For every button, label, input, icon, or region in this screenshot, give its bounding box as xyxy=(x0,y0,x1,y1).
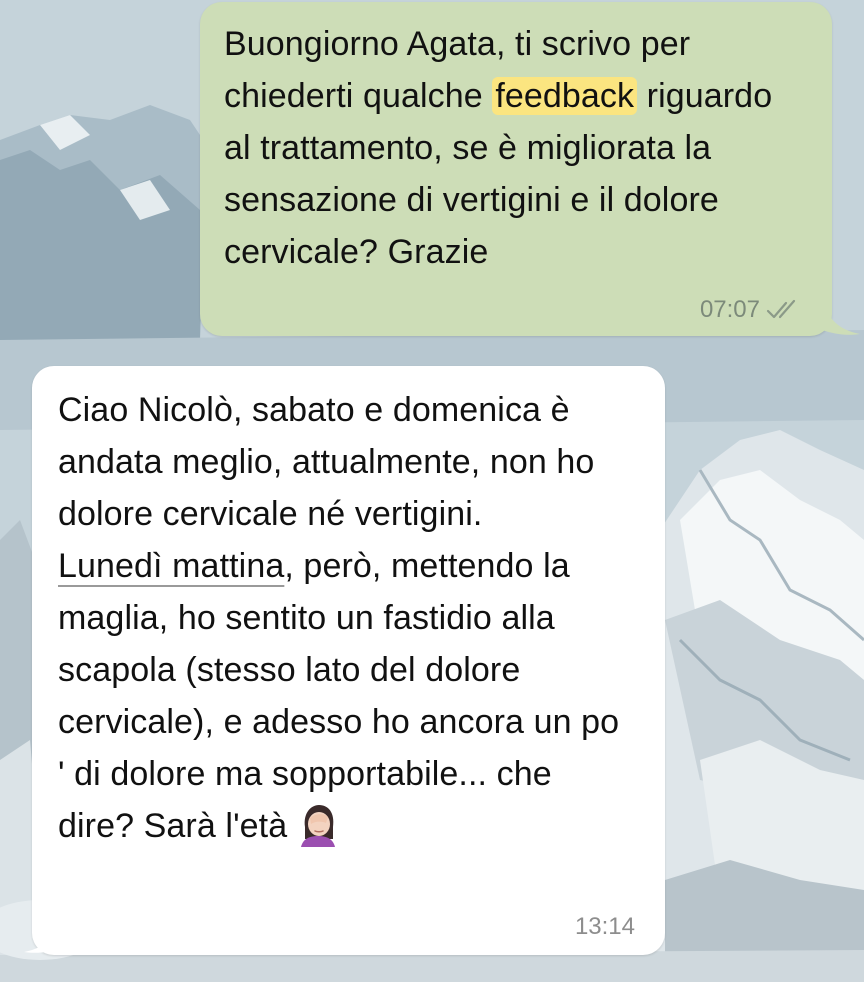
search-highlight: feedback xyxy=(492,77,638,115)
incoming-message-meta: 13:14 xyxy=(575,913,635,941)
outgoing-bubble-tail xyxy=(822,300,860,335)
outgoing-message-meta: 07:07 xyxy=(700,296,802,324)
incoming-bubble-tail xyxy=(24,918,62,953)
double-check-icon xyxy=(766,299,796,319)
outgoing-message-text: Buongiorno Agata, ti scrivo per chiedert… xyxy=(224,18,802,278)
date-link[interactable]: Lunedì mattina xyxy=(58,547,284,585)
incoming-timestamp: 13:14 xyxy=(574,913,635,940)
incoming-text-part1: Ciao Nicolò, sabato e domenica è andata … xyxy=(58,391,595,533)
incoming-message-text: Ciao Nicolò, sabato e domenica è andata … xyxy=(58,384,635,852)
outgoing-message-bubble[interactable]: Buongiorno Agata, ti scrivo per chiedert… xyxy=(200,2,832,336)
outgoing-timestamp: 07:07 xyxy=(699,296,760,323)
facepalm-woman-emoji xyxy=(301,805,336,847)
incoming-message-bubble[interactable]: Ciao Nicolò, sabato e domenica è andata … xyxy=(32,366,665,955)
